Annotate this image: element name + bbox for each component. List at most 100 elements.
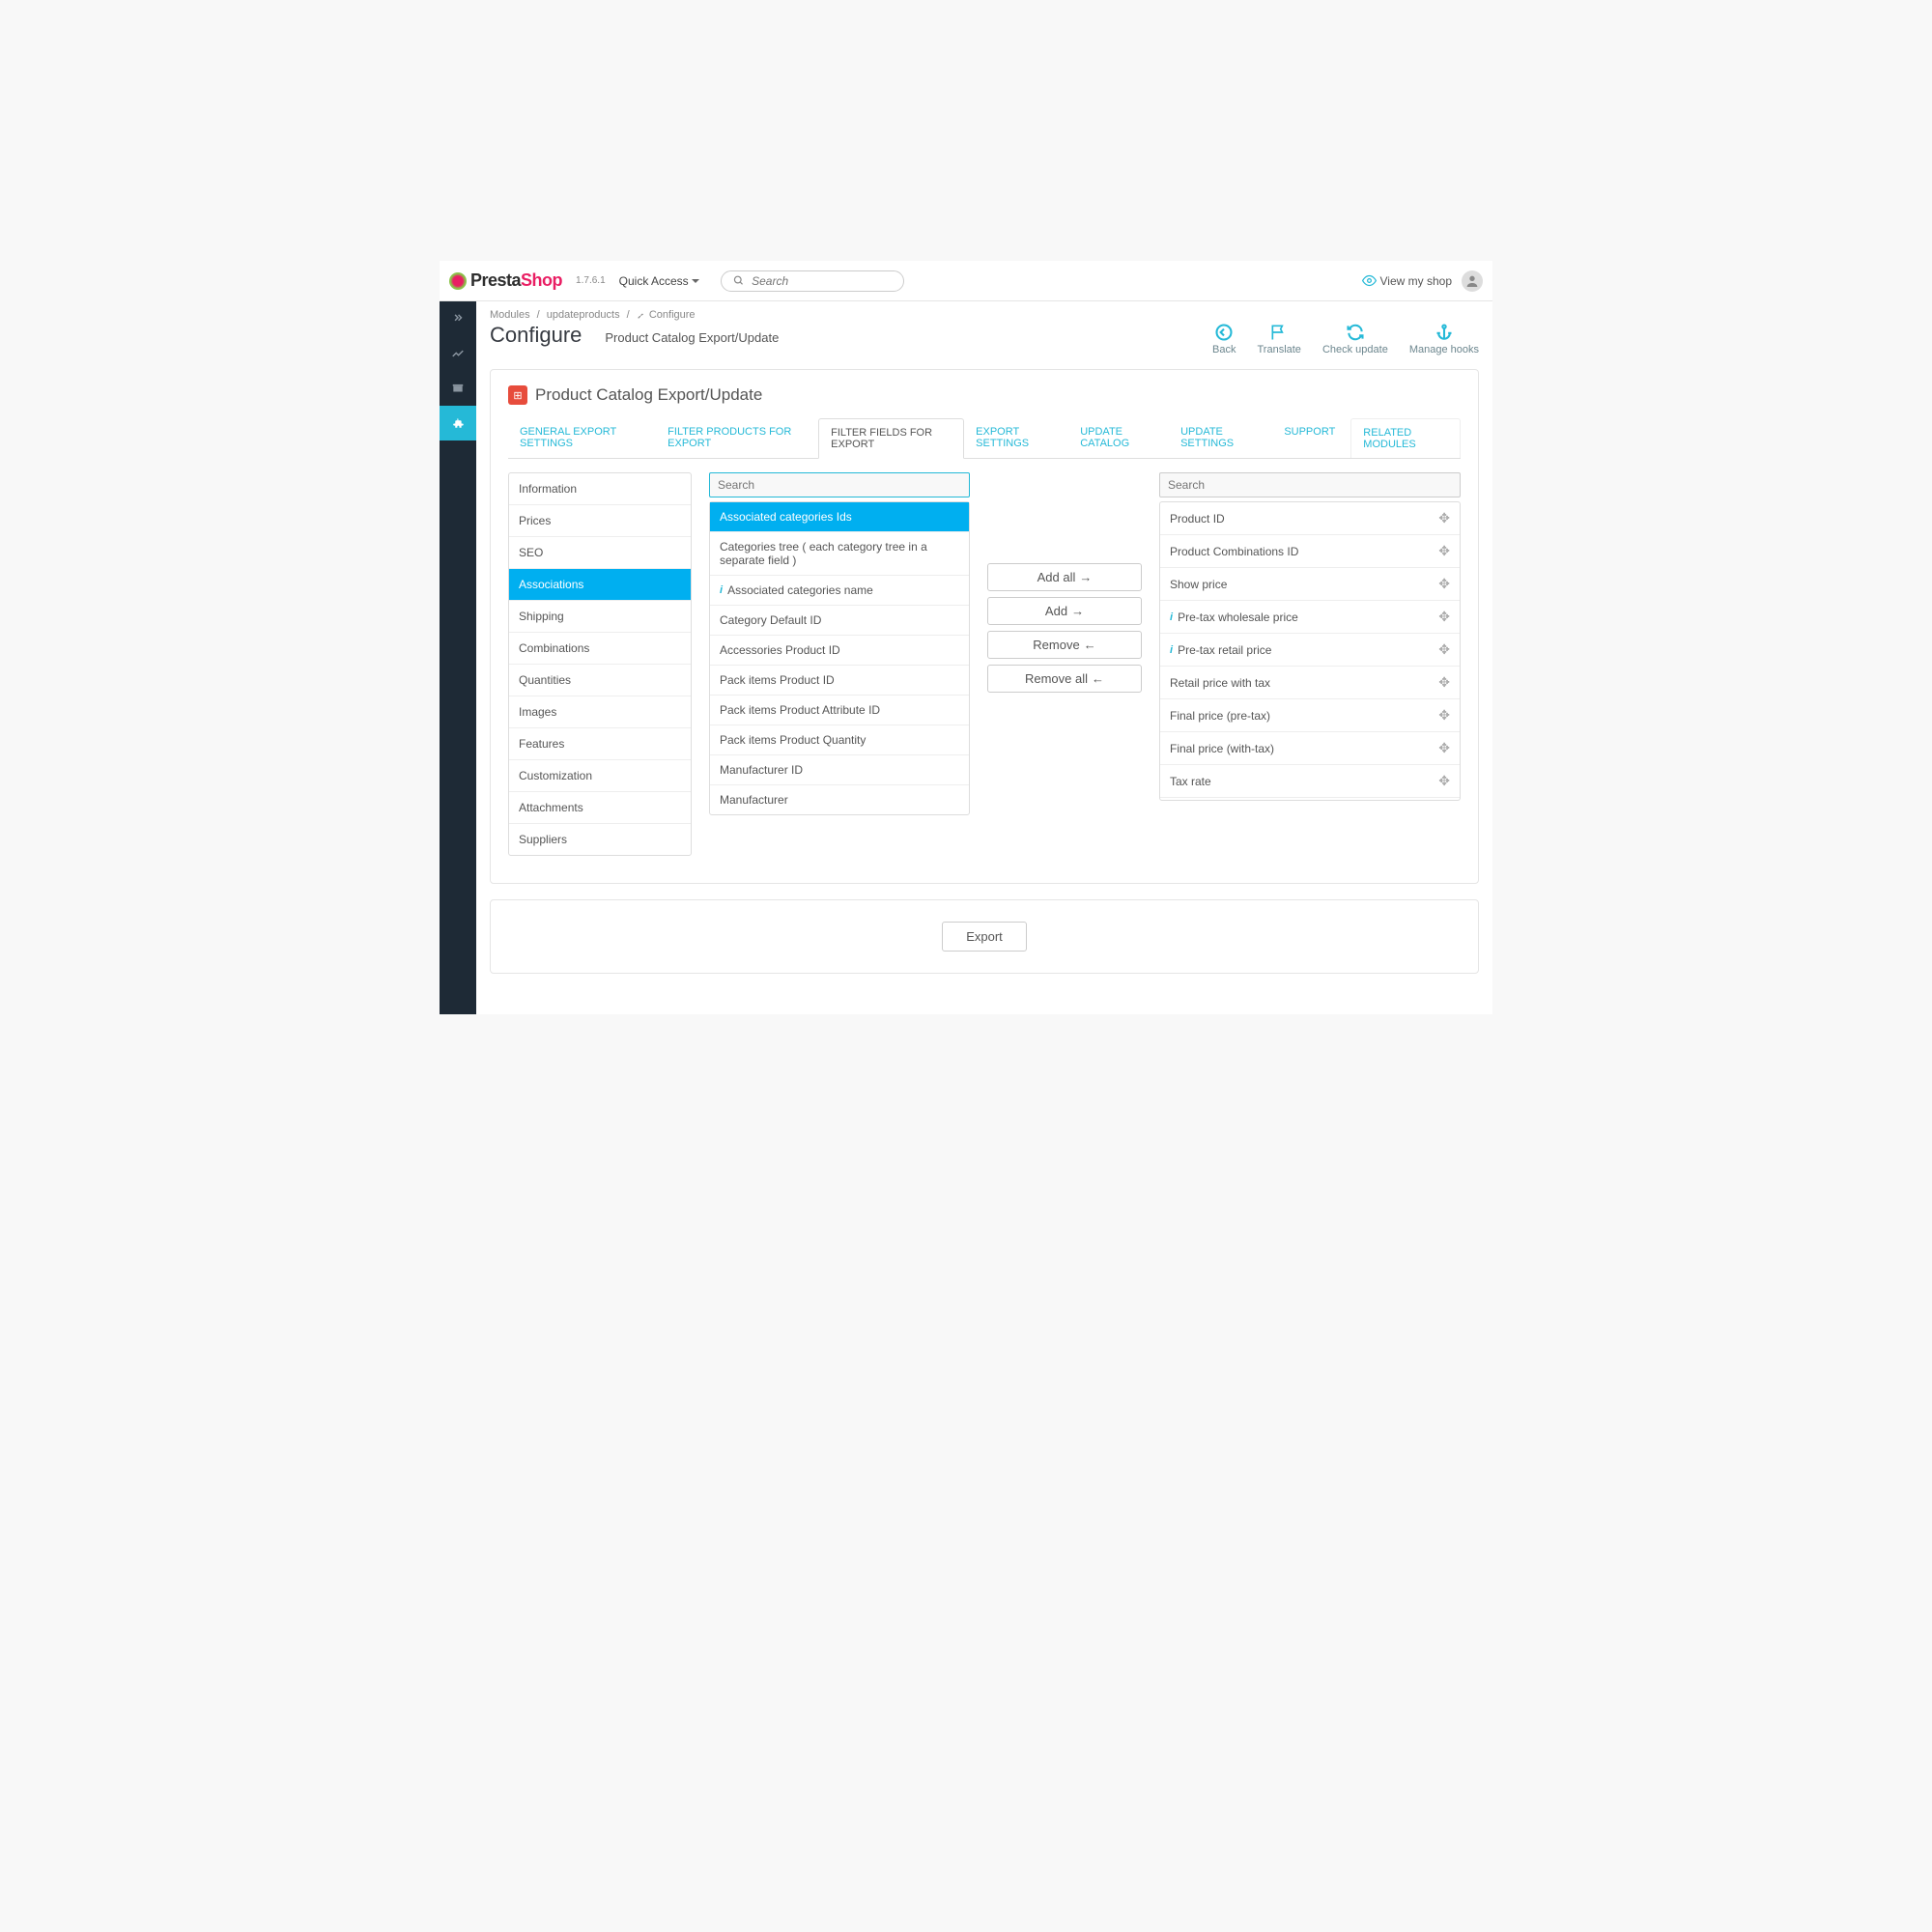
- tab-filter-products-for-export[interactable]: FILTER PRODUCTS FOR EXPORT: [656, 418, 818, 458]
- arrow-left-icon: ←: [1092, 671, 1104, 686]
- puzzle-icon: [451, 416, 466, 431]
- search-input[interactable]: [752, 274, 892, 288]
- arrow-right-icon: →: [1079, 570, 1092, 584]
- selected-item[interactable]: iPre-tax wholesale price✥: [1160, 601, 1460, 634]
- info-icon: i: [1170, 644, 1173, 656]
- move-icon[interactable]: ✥: [1438, 773, 1450, 789]
- tab-update-catalog[interactable]: UPDATE CATALOG: [1068, 418, 1169, 458]
- selected-item-label: Product ID: [1170, 512, 1225, 526]
- sidebar-modules[interactable]: [440, 406, 476, 440]
- selected-search-input[interactable]: [1159, 472, 1461, 497]
- check-update-button[interactable]: Check update: [1322, 323, 1388, 355]
- category-item-information[interactable]: Information: [509, 473, 691, 505]
- view-shop-link[interactable]: View my shop: [1362, 273, 1452, 288]
- move-icon[interactable]: ✥: [1438, 740, 1450, 756]
- category-item-seo[interactable]: SEO: [509, 537, 691, 569]
- available-item[interactable]: Category Default ID: [710, 606, 969, 636]
- available-item[interactable]: Accessories Product ID: [710, 636, 969, 666]
- selected-item[interactable]: Retail price with tax✥: [1160, 667, 1460, 699]
- refresh-icon: [1346, 323, 1365, 342]
- selected-item-label: Pre-tax wholesale price: [1178, 611, 1298, 624]
- sidebar-dashboard[interactable]: [440, 336, 476, 371]
- category-item-features[interactable]: Features: [509, 728, 691, 760]
- manage-hooks-button[interactable]: Manage hooks: [1409, 323, 1479, 355]
- breadcrumb-modules[interactable]: Modules: [490, 309, 530, 321]
- wrench-icon: [637, 310, 646, 320]
- move-icon[interactable]: ✥: [1438, 609, 1450, 625]
- remove-button[interactable]: Remove ←: [987, 631, 1142, 659]
- available-item[interactable]: Pack items Product Quantity: [710, 725, 969, 755]
- move-icon[interactable]: ✥: [1438, 510, 1450, 526]
- translate-button[interactable]: Translate: [1257, 323, 1300, 355]
- available-item-label: Pack items Product Attribute ID: [720, 703, 880, 717]
- move-icon[interactable]: ✥: [1438, 641, 1450, 658]
- logo-icon: [449, 272, 467, 290]
- category-item-images[interactable]: Images: [509, 696, 691, 728]
- available-item[interactable]: iAssociated categories name: [710, 576, 969, 606]
- info-icon: i: [720, 584, 723, 596]
- logo[interactable]: PrestaShop: [449, 270, 562, 291]
- export-button[interactable]: Export: [942, 922, 1027, 952]
- page-subtitle: Product Catalog Export/Update: [605, 330, 779, 345]
- breadcrumb-updateproducts[interactable]: updateproducts: [547, 309, 620, 321]
- selected-item[interactable]: Tax rate✥: [1160, 765, 1460, 798]
- store-icon: [451, 382, 465, 395]
- available-item[interactable]: Manufacturer ID: [710, 755, 969, 785]
- move-icon[interactable]: ✥: [1438, 543, 1450, 559]
- anchor-icon: [1435, 323, 1454, 342]
- user-avatar[interactable]: [1462, 270, 1483, 292]
- selected-item-label: Final price (with-tax): [1170, 742, 1274, 755]
- tab-export-settings[interactable]: EXPORT SETTINGS: [964, 418, 1068, 458]
- tab-support[interactable]: SUPPORT: [1272, 418, 1347, 458]
- remove-all-button[interactable]: Remove all ←: [987, 665, 1142, 693]
- selected-item[interactable]: Product Combinations ID✥: [1160, 535, 1460, 568]
- category-item-quantities[interactable]: Quantities: [509, 665, 691, 696]
- available-search-input[interactable]: [709, 472, 970, 497]
- move-icon[interactable]: ✥: [1438, 674, 1450, 691]
- tab-related-modules[interactable]: RELATED MODULES: [1350, 418, 1461, 458]
- add-button[interactable]: Add →: [987, 597, 1142, 625]
- available-item[interactable]: Categories tree ( each category tree in …: [710, 532, 969, 576]
- category-item-prices[interactable]: Prices: [509, 505, 691, 537]
- move-icon[interactable]: ✥: [1438, 576, 1450, 592]
- transfer-actions: Add all → Add → Remove ← Remove all ←: [987, 472, 1142, 856]
- sidebar-orders[interactable]: [440, 371, 476, 406]
- eye-icon: [1362, 273, 1377, 288]
- main-panel: ⊞ Product Catalog Export/Update GENERAL …: [490, 369, 1479, 884]
- available-item-label: Manufacturer ID: [720, 763, 803, 777]
- tab-update-settings[interactable]: UPDATE SETTINGS: [1169, 418, 1272, 458]
- category-item-attachments[interactable]: Attachments: [509, 792, 691, 824]
- available-item[interactable]: Pack items Product ID: [710, 666, 969, 696]
- available-item-label: Pack items Product Quantity: [720, 733, 866, 747]
- user-icon: [1464, 273, 1480, 289]
- global-search[interactable]: [721, 270, 904, 292]
- category-item-combinations[interactable]: Combinations: [509, 633, 691, 665]
- selected-item[interactable]: Product ID ✥: [1160, 502, 1460, 535]
- category-item-associations[interactable]: Associations: [509, 569, 691, 601]
- category-item-customization[interactable]: Customization: [509, 760, 691, 792]
- selected-item[interactable]: Final price (pre-tax)✥: [1160, 699, 1460, 732]
- available-item[interactable]: Pack items Product Attribute ID: [710, 696, 969, 725]
- tabs: GENERAL EXPORT SETTINGSFILTER PRODUCTS F…: [508, 418, 1461, 459]
- add-all-button[interactable]: Add all →: [987, 563, 1142, 591]
- selected-fields-column: Product ID✥Product Combinations ID✥Show …: [1159, 472, 1461, 856]
- quick-access-menu[interactable]: Quick Access: [619, 274, 699, 288]
- tab-general-export-settings[interactable]: GENERAL EXPORT SETTINGS: [508, 418, 656, 458]
- sidebar-expand[interactable]: [440, 301, 476, 336]
- available-item-label: Manufacturer: [720, 793, 788, 807]
- available-item[interactable]: Manufacturer: [710, 785, 969, 814]
- move-icon[interactable]: ✥: [1438, 707, 1450, 724]
- selected-item[interactable]: iPre-tax retail price✥: [1160, 634, 1460, 667]
- breadcrumb: Modules / updateproducts / Configure: [490, 301, 1479, 323]
- selected-item[interactable]: Tax rules group ID✥: [1160, 798, 1460, 801]
- category-item-suppliers[interactable]: Suppliers: [509, 824, 691, 855]
- selected-item[interactable]: Final price (with-tax) ✥: [1160, 732, 1460, 765]
- tab-filter-fields-for-export[interactable]: FILTER FIELDS FOR EXPORT: [818, 418, 964, 459]
- export-panel: Export: [490, 899, 1479, 974]
- search-icon: [733, 274, 744, 287]
- available-item[interactable]: Associated categories Ids: [710, 502, 969, 532]
- back-button[interactable]: Back: [1212, 323, 1236, 355]
- available-item-label: Pack items Product ID: [720, 673, 835, 687]
- selected-item[interactable]: Show price✥: [1160, 568, 1460, 601]
- category-item-shipping[interactable]: Shipping: [509, 601, 691, 633]
